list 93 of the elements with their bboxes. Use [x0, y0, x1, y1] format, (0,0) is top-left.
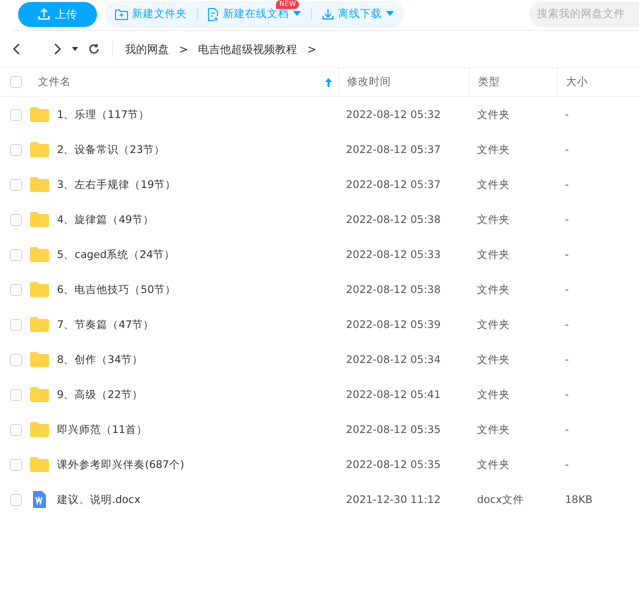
file-name[interactable]: 1、乐理（117节） — [57, 108, 150, 122]
modified-time: 2022-08-12 05:37 — [345, 144, 442, 156]
file-type: 文件夹 — [476, 142, 511, 156]
file-size: - — [564, 458, 570, 470]
modified-time: 2022-08-12 05:32 — [345, 108, 442, 120]
breadcrumb-link[interactable]: 我的网盘 — [125, 42, 169, 56]
folder-icon — [30, 212, 49, 227]
folder-icon — [30, 352, 49, 367]
modified-time: 2021-12-30 11:12 — [345, 494, 442, 506]
file-name[interactable]: 5、caged系统（24节） — [57, 248, 176, 262]
row-checkbox[interactable] — [10, 388, 22, 400]
file-size: - — [564, 318, 570, 330]
file-name[interactable]: 建议、说明.docx — [57, 492, 140, 506]
column-header[interactable]: 大小 — [557, 68, 639, 96]
row-checkbox[interactable] — [10, 318, 22, 330]
file-type: docx文件 — [476, 492, 526, 506]
row-checkbox[interactable] — [10, 144, 22, 156]
breadcrumb-link[interactable]: 电吉他超级视频教程 — [198, 42, 298, 56]
breadcrumb-separator: > — [307, 42, 316, 56]
file-name[interactable]: 3、左右手规律（19节） — [57, 178, 176, 192]
caret-icon — [293, 11, 301, 17]
column-header[interactable]: 文件名 — [30, 68, 338, 96]
folder-icon — [30, 317, 49, 332]
modified-time: 2022-08-12 05:35 — [345, 458, 442, 470]
file-size: - — [564, 108, 570, 120]
folder-icon — [30, 422, 49, 437]
caret-icon — [386, 11, 394, 17]
row-checkbox[interactable] — [10, 424, 22, 436]
file-size: - — [564, 248, 570, 260]
file-size: - — [564, 214, 570, 226]
modified-time: 2022-08-12 05:37 — [345, 178, 442, 190]
file-name[interactable]: 9、高级（22节） — [57, 388, 144, 402]
folder-icon — [30, 282, 49, 297]
modified-time: 2022-08-12 05:34 — [345, 354, 442, 366]
folder-icon — [30, 177, 49, 192]
sort-up-icon[interactable] — [325, 78, 332, 86]
download-icon — [322, 8, 334, 20]
file-size: - — [564, 354, 570, 366]
file-type: 文件夹 — [476, 458, 511, 472]
column-header[interactable]: 修改时间 — [338, 68, 469, 96]
row-checkbox[interactable] — [10, 214, 22, 226]
file-type: 文件夹 — [476, 318, 511, 332]
dropdown-caret-icon[interactable] — [72, 47, 78, 51]
file-type: 文件夹 — [476, 108, 511, 122]
document-plus-icon — [208, 8, 219, 20]
file-name[interactable]: 6、电吉他技巧（50节） — [57, 282, 176, 296]
refresh-icon[interactable] — [88, 43, 100, 55]
select-all-checkbox[interactable] — [10, 76, 22, 88]
folder-icon — [30, 247, 49, 262]
file-type: 文件夹 — [476, 352, 511, 366]
folder-icon — [30, 142, 49, 157]
column-header[interactable]: 类型 — [469, 68, 557, 96]
breadcrumb-separator: > — [179, 42, 188, 56]
file-type: 文件夹 — [476, 422, 511, 436]
file-size: - — [564, 178, 570, 190]
file-size: 18KB — [564, 494, 594, 506]
file-size: - — [564, 388, 570, 400]
file-name[interactable]: 7、节奏篇（47节） — [57, 318, 154, 332]
forward-icon[interactable] — [52, 42, 62, 56]
file-size: - — [564, 424, 570, 436]
file-name[interactable]: 4、旋律篇（49节） — [57, 212, 154, 226]
file-name[interactable]: 课外参考即兴伴奏(687个) — [57, 458, 184, 472]
folder-icon — [30, 107, 49, 122]
upload-icon — [38, 8, 50, 20]
folder-icon — [30, 457, 49, 472]
modified-time: 2022-08-12 05:39 — [345, 318, 442, 330]
file-name[interactable]: 8、创作（34节） — [57, 352, 144, 366]
row-checkbox[interactable] — [10, 494, 22, 506]
modified-time: 2022-08-12 05:33 — [345, 248, 442, 260]
modified-time: 2022-08-12 05:41 — [345, 388, 442, 400]
row-checkbox[interactable] — [10, 354, 22, 366]
file-type: 文件夹 — [476, 388, 511, 402]
file-name[interactable]: 即兴师范（11首） — [57, 422, 148, 436]
row-checkbox[interactable] — [10, 248, 22, 260]
row-checkbox[interactable] — [10, 178, 22, 190]
modified-time: 2022-08-12 05:38 — [345, 284, 442, 296]
row-checkbox[interactable] — [10, 458, 22, 470]
back-icon[interactable] — [12, 42, 22, 56]
file-type: 文件夹 — [476, 282, 511, 296]
folder-plus-icon — [115, 8, 128, 20]
file-type: 文件夹 — [476, 248, 511, 262]
row-checkbox[interactable] — [10, 108, 22, 120]
file-size: - — [564, 284, 570, 296]
file-type: 文件夹 — [476, 212, 511, 226]
modified-time: 2022-08-12 05:38 — [345, 214, 442, 226]
word-document-icon — [30, 491, 49, 508]
file-size: - — [564, 144, 570, 156]
folder-icon — [30, 387, 49, 402]
file-type: 文件夹 — [476, 178, 511, 192]
file-name[interactable]: 2、设备常识（23节） — [57, 142, 166, 156]
modified-time: 2022-08-12 05:35 — [345, 424, 442, 436]
row-checkbox[interactable] — [10, 284, 22, 296]
search-field[interactable]: 搜索我的网盘文件 — [529, 2, 639, 26]
